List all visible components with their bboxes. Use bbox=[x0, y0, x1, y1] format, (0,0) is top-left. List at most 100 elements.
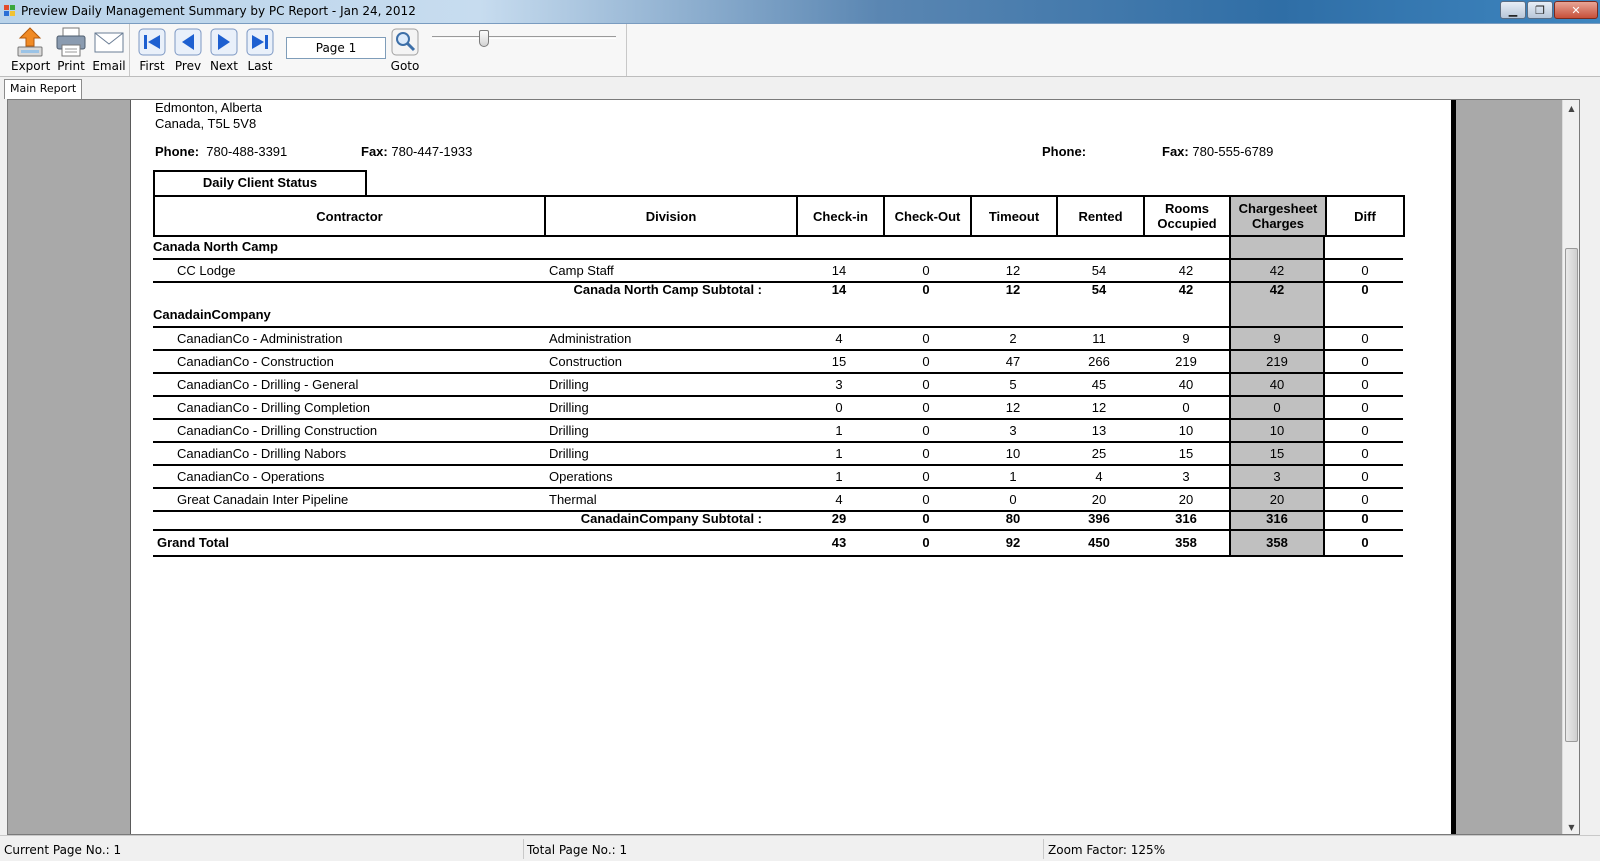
row-divider bbox=[153, 555, 1403, 557]
minimize-button[interactable]: ▁ bbox=[1500, 1, 1526, 19]
section-title: Daily Client Status bbox=[153, 170, 367, 195]
cell-contractor: CC Lodge bbox=[177, 263, 236, 278]
scroll-up-arrow-icon[interactable]: ▲ bbox=[1563, 100, 1579, 117]
cell-contractor: CanadianCo - Operations bbox=[177, 469, 325, 484]
cell-charges: 42 bbox=[1269, 263, 1285, 278]
first-page-button[interactable]: First bbox=[133, 26, 171, 74]
cell-checkin: 1 bbox=[835, 446, 843, 461]
cell-contractor: CanadianCo - Drilling - General bbox=[177, 377, 359, 392]
col-header-division: Division bbox=[544, 195, 796, 237]
cell-checkout: 0 bbox=[922, 423, 930, 438]
export-button[interactable]: Export bbox=[11, 26, 50, 74]
cell-checkin: 15 bbox=[831, 354, 847, 369]
cell-contractor: CanadianCo - Administration bbox=[177, 331, 343, 346]
cell-contractor: CanadianCo - Drilling Construction bbox=[177, 423, 378, 438]
goto-label: Goto bbox=[390, 59, 420, 73]
zoom-slider[interactable] bbox=[432, 28, 616, 58]
fax-value: 780-447-1933 bbox=[391, 144, 473, 159]
cell-charges: 40 bbox=[1269, 377, 1285, 392]
phone-value: 780-488-3391 bbox=[206, 144, 288, 159]
fax: Fax: 780-447-1933 bbox=[361, 144, 472, 159]
cell-contractor: CanadianCo - Drilling Nabors bbox=[177, 446, 347, 461]
cell-rooms: 42 bbox=[1178, 263, 1194, 278]
status-separator bbox=[523, 839, 524, 859]
cell-charges: 10 bbox=[1269, 423, 1285, 438]
goto-button[interactable]: Goto bbox=[386, 26, 424, 74]
group-title: Canada North Camp bbox=[153, 239, 278, 254]
zoom-slider-thumb[interactable] bbox=[479, 30, 489, 47]
cell-charges: 358 bbox=[1266, 535, 1288, 550]
cell-diff: 0 bbox=[1361, 446, 1369, 461]
cell-contractor: CanadianCo - Drilling Completion bbox=[177, 400, 370, 415]
table-row: CanadianCo - Construction Construction 15 0… bbox=[153, 351, 1429, 374]
address-line-2: Canada, T5L 5V8 bbox=[155, 116, 257, 131]
cell-timeout: 5 bbox=[1009, 377, 1017, 392]
cell-checkout: 0 bbox=[922, 469, 930, 484]
cell-checkin: 3 bbox=[835, 377, 843, 392]
phone-label: Phone: bbox=[155, 144, 200, 159]
magnifier-icon bbox=[391, 28, 419, 56]
cell-rented: 4 bbox=[1095, 469, 1103, 484]
col-header-rented: Rented bbox=[1056, 195, 1143, 237]
current-page-status: Current Page No.: 1 bbox=[4, 843, 122, 857]
cell-diff: 0 bbox=[1361, 492, 1369, 507]
cell-checkout: 0 bbox=[922, 282, 930, 297]
last-label: Last bbox=[247, 59, 273, 73]
fax-label: Fax: bbox=[361, 144, 388, 159]
cell-division: Thermal bbox=[549, 492, 597, 507]
fax-2-label: Fax: bbox=[1162, 144, 1189, 159]
close-button[interactable]: ✕ bbox=[1554, 1, 1598, 19]
table-row: CanadianCo - Operations Operations 1 0 1 4 3 3 0 bbox=[153, 466, 1429, 489]
subtotal-row: Canada North Camp Subtotal : 14 0 12 54 42 42 0 bbox=[153, 279, 1429, 302]
cell-checkin: 1 bbox=[835, 423, 843, 438]
cell-timeout: 3 bbox=[1009, 423, 1017, 438]
cell-checkin: 14 bbox=[831, 263, 847, 278]
email-button[interactable]: Email bbox=[90, 26, 128, 74]
maximize-button[interactable]: ❐ bbox=[1527, 1, 1553, 19]
cell-rooms: 40 bbox=[1178, 377, 1194, 392]
cell-checkout: 0 bbox=[922, 354, 930, 369]
report-page: Edmonton, Alberta Canada, T5L 5V8 Phone:… bbox=[130, 100, 1456, 834]
tab-main-report[interactable]: Main Report bbox=[4, 79, 83, 99]
cell-rooms: 3 bbox=[1182, 469, 1190, 484]
print-button[interactable]: Print bbox=[52, 26, 90, 74]
cell-division: Drilling bbox=[549, 446, 589, 461]
envelope-icon bbox=[94, 32, 124, 53]
cell-diff: 0 bbox=[1361, 423, 1369, 438]
cell-checkout: 0 bbox=[922, 535, 930, 550]
cell-diff: 0 bbox=[1361, 469, 1369, 484]
phone-2: Phone: bbox=[1042, 144, 1086, 159]
cell-rooms: 316 bbox=[1175, 511, 1197, 526]
last-page-button[interactable]: Last bbox=[241, 26, 279, 74]
cell-division: Camp Staff bbox=[549, 263, 614, 278]
cell-division: Construction bbox=[549, 354, 622, 369]
cell-rented: 396 bbox=[1088, 511, 1110, 526]
cell-checkin: 4 bbox=[835, 331, 843, 346]
prev-label: Prev bbox=[174, 59, 202, 73]
cell-diff: 0 bbox=[1361, 331, 1369, 346]
table-row: CanadianCo - Drilling Completion Drilling… bbox=[153, 397, 1429, 420]
cell-division: Drilling bbox=[549, 423, 589, 438]
next-page-icon bbox=[210, 28, 238, 56]
next-label: Next bbox=[210, 59, 238, 73]
cell-charges: 9 bbox=[1273, 331, 1281, 346]
row-divider bbox=[153, 529, 1403, 531]
cell-timeout: 92 bbox=[1005, 535, 1021, 550]
table-row: CanadianCo - Administration Administratio… bbox=[153, 328, 1429, 351]
report-viewer: Edmonton, Alberta Canada, T5L 5V8 Phone:… bbox=[7, 99, 1580, 835]
toolbar-group-output: Export Print Email bbox=[0, 24, 130, 76]
scroll-thumb[interactable] bbox=[1565, 248, 1578, 742]
cell-rented: 54 bbox=[1091, 282, 1107, 297]
tab-strip: Main Report bbox=[0, 77, 1600, 99]
next-page-button[interactable]: Next bbox=[205, 26, 243, 74]
cell-charges: 3 bbox=[1273, 469, 1281, 484]
page-number-input[interactable]: Page 1 bbox=[286, 37, 386, 59]
vertical-scrollbar[interactable]: ▲ ▼ bbox=[1562, 100, 1579, 834]
prev-page-button[interactable]: Prev bbox=[169, 26, 207, 74]
cell-diff: 0 bbox=[1361, 377, 1369, 392]
cell-timeout: 0 bbox=[1009, 492, 1017, 507]
scroll-down-arrow-icon[interactable]: ▼ bbox=[1563, 819, 1579, 834]
cell-checkin: 14 bbox=[831, 282, 847, 297]
phone-2-label: Phone: bbox=[1042, 144, 1087, 159]
fax-2-value: 780-555-6789 bbox=[1192, 144, 1274, 159]
